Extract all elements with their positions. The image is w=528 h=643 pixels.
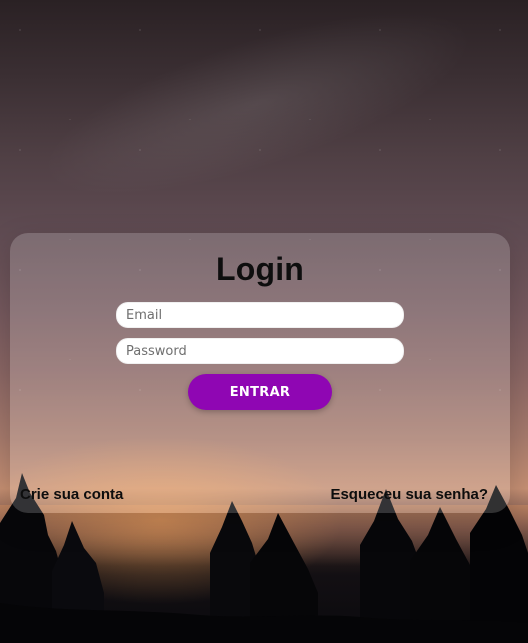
email-field[interactable] [116,302,404,328]
horizon-glow [0,505,528,575]
page-title: Login [215,251,305,287]
password-field[interactable] [116,338,404,364]
create-account-link[interactable]: Crie sua conta [20,486,123,503]
forgot-password-link[interactable]: Esqueceu sua senha? [330,486,488,503]
enter-button[interactable]: ENTRAR [188,374,332,410]
login-card: Login ENTRAR Crie sua conta Esqueceu sua… [10,233,510,513]
background-scene: Login ENTRAR Crie sua conta Esqueceu sua… [0,0,528,643]
